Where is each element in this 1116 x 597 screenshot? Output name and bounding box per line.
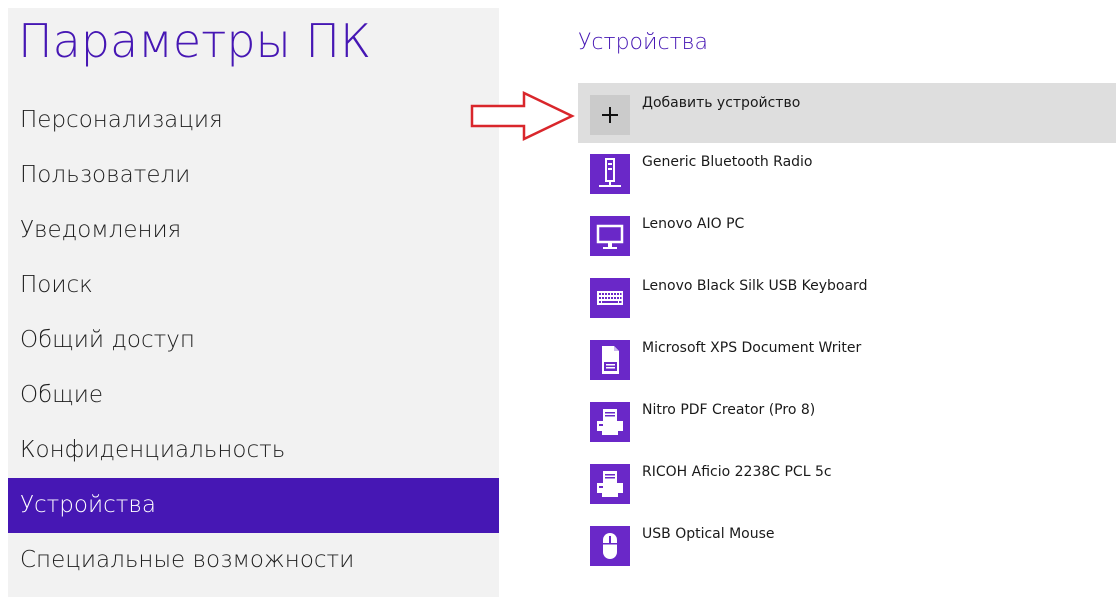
app-title: Параметры ПК xyxy=(18,14,372,68)
device-tile xyxy=(590,340,630,380)
add-device-button[interactable]: Добавить устройство xyxy=(578,83,1116,143)
device-item-ricoh[interactable]: RICOH Aficio 2238C PCL 5c xyxy=(578,464,1116,524)
monitor-icon xyxy=(596,224,624,249)
device-item-xps-writer[interactable]: Microsoft XPS Document Writer xyxy=(578,340,1116,400)
device-tile xyxy=(590,526,630,566)
device-tile xyxy=(590,154,630,194)
sidebar-item-users[interactable]: Пользователи xyxy=(8,148,499,203)
mouse-icon xyxy=(603,533,617,559)
sidebar-item-sharing[interactable]: Общий доступ xyxy=(8,313,499,368)
device-label: USB Optical Mouse xyxy=(642,526,775,542)
printer-icon xyxy=(597,409,623,435)
device-label: Nitro PDF Creator (Pro 8) xyxy=(642,402,816,418)
device-label: Generic Bluetooth Radio xyxy=(642,154,813,170)
arrow-right-icon xyxy=(470,91,575,141)
device-label: Lenovo Black Silk USB Keyboard xyxy=(642,278,868,294)
device-tile xyxy=(590,402,630,442)
bluetooth-radio-icon xyxy=(599,158,621,187)
printer-icon xyxy=(597,471,623,497)
add-tile xyxy=(590,95,630,135)
device-item-keyboard[interactable]: Lenovo Black Silk USB Keyboard xyxy=(578,278,1116,338)
plus-icon xyxy=(602,107,618,123)
add-device-label: Добавить устройство xyxy=(642,95,801,111)
sidebar-item-general[interactable]: Общие xyxy=(8,368,499,423)
sidebar: Параметры ПК Персонализация Пользователи… xyxy=(8,8,499,597)
device-tile xyxy=(590,216,630,256)
keyboard-icon xyxy=(597,291,623,305)
device-tile xyxy=(590,464,630,504)
device-item-usb-mouse[interactable]: USB Optical Mouse xyxy=(578,526,1116,586)
device-item-bluetooth-radio[interactable]: Generic Bluetooth Radio xyxy=(578,154,1116,214)
sidebar-item-search[interactable]: Поиск xyxy=(8,258,499,313)
sidebar-item-devices[interactable]: Устройства xyxy=(8,478,499,533)
device-item-lenovo-aio-pc[interactable]: Lenovo AIO PC xyxy=(578,216,1116,276)
sidebar-item-accessibility[interactable]: Специальные возможности xyxy=(8,533,499,588)
device-label: Lenovo AIO PC xyxy=(642,216,745,232)
device-tile xyxy=(590,278,630,318)
device-label: Microsoft XPS Document Writer xyxy=(642,340,862,356)
device-label: RICOH Aficio 2238C PCL 5c xyxy=(642,464,832,480)
section-title: Устройства xyxy=(578,30,709,55)
sidebar-item-privacy[interactable]: Конфиденциальность xyxy=(8,423,499,478)
sidebar-item-personalization[interactable]: Персонализация xyxy=(8,93,499,148)
sidebar-item-notifications[interactable]: Уведомления xyxy=(8,203,499,258)
document-printer-icon xyxy=(602,346,619,374)
device-item-nitro-pdf[interactable]: Nitro PDF Creator (Pro 8) xyxy=(578,402,1116,462)
